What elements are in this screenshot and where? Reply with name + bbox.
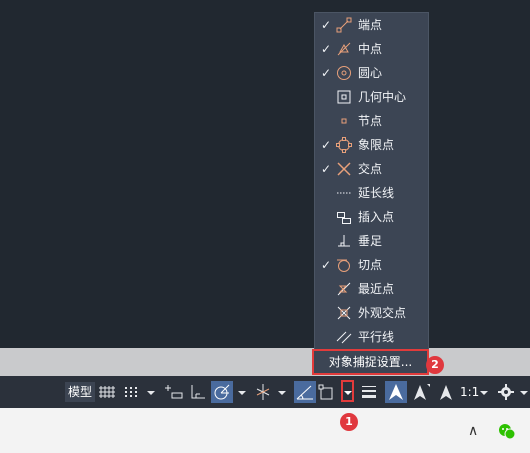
menu-item-node[interactable]: 节点	[315, 109, 428, 133]
menu-item-label: 端点	[358, 18, 383, 32]
menu-item-apparent-intersection[interactable]: 外观交点	[315, 301, 428, 325]
annotation-icon	[389, 384, 403, 400]
chevron-down-icon	[520, 391, 528, 395]
quadrant-icon	[336, 137, 352, 153]
snap-grid-icon	[125, 387, 137, 397]
command-line[interactable]	[0, 348, 530, 376]
node-icon	[341, 118, 347, 124]
menu-item-label: 节点	[358, 114, 383, 128]
isodraft-dropdown[interactable]	[276, 381, 288, 403]
endpoint-icon	[336, 17, 352, 33]
ortho-icon	[191, 385, 205, 399]
scale-dropdown[interactable]	[478, 381, 490, 403]
snap-tracking-icon	[296, 385, 313, 400]
center-icon	[337, 66, 351, 80]
midpoint-icon	[337, 42, 351, 56]
menu-item-tangent[interactable]: ✓ 切点	[315, 253, 428, 277]
perpendicular-icon	[338, 235, 350, 247]
menu-item-label: 延长线	[358, 186, 395, 200]
annotation-badge-2: 2	[426, 356, 444, 374]
annotation-scale-icon	[440, 385, 452, 400]
check-icon: ✓	[321, 18, 332, 32]
parallel-icon	[336, 331, 352, 344]
menu-item-label: 中点	[358, 42, 383, 56]
osnap-settings-button[interactable]: 对象捕捉设置...	[312, 349, 429, 375]
workspace-dropdown[interactable]	[518, 381, 530, 403]
snap-mode-button[interactable]	[122, 381, 142, 403]
intersection-icon	[337, 162, 351, 176]
osnap-context-menu: ✓ 端点 ✓ 中点 ✓ 圆心 几何中心 节点 ✓ 象限点 ✓ 交点 延长线 插入…	[314, 12, 429, 350]
menu-item-label: 切点	[358, 258, 383, 272]
insertion-icon	[337, 212, 351, 224]
grid-button[interactable]	[98, 381, 118, 403]
check-icon: ✓	[321, 258, 332, 272]
menu-item-label: 平行线	[358, 330, 395, 344]
object-snap-button[interactable]	[318, 381, 338, 403]
chevron-down-icon	[238, 391, 246, 395]
auto-scale-button[interactable]	[410, 381, 432, 403]
auto-scale-icon	[414, 384, 430, 400]
menu-item-label: 最近点	[358, 282, 395, 296]
menu-item-label: 插入点	[358, 210, 395, 224]
menu-item-geometric-center[interactable]: 几何中心	[315, 85, 428, 109]
drawing-canvas[interactable]	[0, 0, 530, 348]
annotation-badge-1: 1	[340, 413, 358, 431]
menu-item-insertion[interactable]: 插入点	[315, 205, 428, 229]
polar-tracking-button[interactable]	[211, 381, 233, 403]
snap-mode-dropdown[interactable]	[145, 381, 157, 403]
dynamic-input-icon	[165, 385, 183, 399]
annotation-scale-button[interactable]	[435, 381, 457, 403]
isodraft-button[interactable]	[253, 381, 273, 403]
ortho-button[interactable]	[188, 381, 208, 403]
object-snap-tracking-button[interactable]	[294, 381, 316, 403]
polar-tracking-icon	[214, 384, 230, 400]
windows-taskbar	[0, 408, 530, 453]
grid-icon	[99, 386, 115, 398]
menu-item-nearest[interactable]: 最近点	[315, 277, 428, 301]
menu-item-quadrant[interactable]: ✓ 象限点	[315, 133, 428, 157]
menu-item-endpoint[interactable]: ✓ 端点	[315, 13, 428, 37]
menu-item-perpendicular[interactable]: 垂足	[315, 229, 428, 253]
model-tab-button[interactable]: 模型	[65, 382, 95, 402]
menu-item-center[interactable]: ✓ 圆心	[315, 61, 428, 85]
chevron-down-icon	[147, 391, 155, 395]
check-icon: ✓	[321, 138, 332, 152]
lineweight-button[interactable]	[359, 381, 381, 403]
isodraft-icon	[256, 384, 270, 400]
chevron-down-icon	[278, 391, 286, 395]
tangent-icon	[337, 259, 350, 272]
menu-item-label: 交点	[358, 162, 383, 176]
object-snap-icon	[318, 384, 333, 400]
polar-tracking-dropdown[interactable]	[236, 381, 248, 403]
wechat-icon	[499, 424, 516, 440]
dynamic-input-button[interactable]	[164, 381, 184, 403]
nearest-icon	[337, 282, 351, 296]
lineweight-icon	[362, 386, 376, 398]
menu-item-label: 圆心	[358, 66, 383, 80]
extension-icon	[337, 192, 351, 194]
workspace-settings-button[interactable]	[496, 381, 516, 403]
menu-item-intersection[interactable]: ✓ 交点	[315, 157, 428, 181]
menu-item-label: 象限点	[358, 138, 395, 152]
annotation-scale-value[interactable]: 1:1	[460, 382, 479, 402]
menu-item-parallel[interactable]: 平行线	[315, 325, 428, 349]
menu-item-label: 垂足	[358, 234, 383, 248]
dropdown-highlight-box	[341, 380, 354, 402]
check-icon: ✓	[321, 162, 332, 176]
geometric-center-icon	[337, 90, 351, 104]
menu-item-extension[interactable]: 延长线	[315, 181, 428, 205]
wechat-tray-icon[interactable]	[497, 422, 517, 442]
show-hidden-icons-button[interactable]: ∧	[468, 423, 478, 439]
menu-item-label: 外观交点	[358, 306, 407, 320]
apparent-intersection-icon	[337, 306, 351, 320]
chevron-down-icon	[480, 391, 488, 395]
annotation-visibility-button[interactable]	[385, 381, 407, 403]
check-icon: ✓	[321, 42, 332, 56]
check-icon: ✓	[321, 66, 332, 80]
menu-item-midpoint[interactable]: ✓ 中点	[315, 37, 428, 61]
menu-item-label: 几何中心	[358, 90, 407, 104]
gear-icon	[498, 384, 514, 400]
